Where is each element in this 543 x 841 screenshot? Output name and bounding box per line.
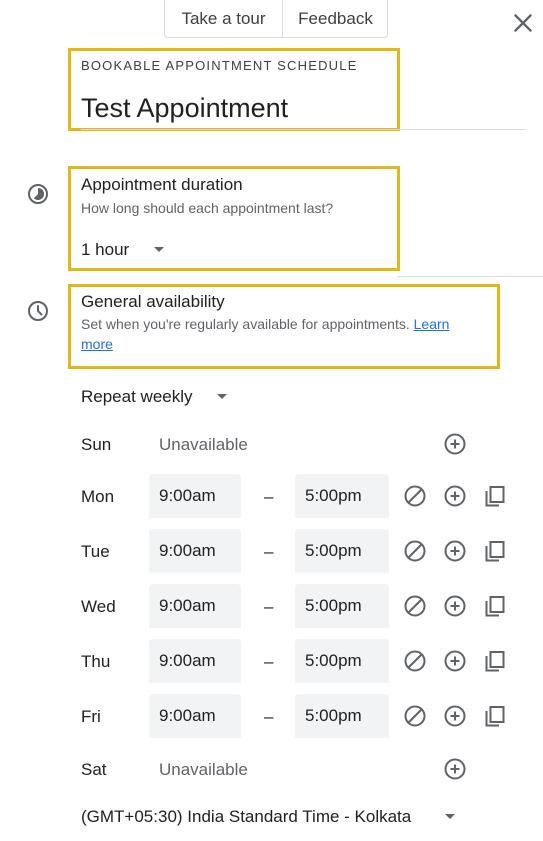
timezone-value: (GMT+05:30) India Standard Time - Kolkat… bbox=[81, 807, 412, 826]
add-circle-icon[interactable] bbox=[443, 484, 467, 508]
timezone-select[interactable]: (GMT+05:30) India Standard Time - Kolkat… bbox=[81, 807, 461, 829]
duration-title: Appointment duration bbox=[81, 175, 243, 194]
unavailable-icon[interactable] bbox=[403, 484, 427, 508]
duration-value: 1 hour bbox=[81, 240, 130, 259]
time-range-dash: – bbox=[264, 652, 274, 671]
close-icon[interactable] bbox=[510, 10, 536, 36]
duration-select[interactable]: 1 hour bbox=[81, 240, 171, 262]
day-label: Fri bbox=[81, 707, 101, 726]
end-time-field[interactable]: 5:00pm bbox=[295, 584, 389, 628]
day-label: Tue bbox=[81, 542, 110, 561]
copy-icon[interactable] bbox=[483, 704, 507, 728]
unavailable-icon[interactable] bbox=[403, 594, 427, 618]
day-label: Sat bbox=[81, 760, 107, 779]
end-time-field[interactable]: 5:00pm bbox=[295, 639, 389, 683]
end-time-field[interactable]: 5:00pm bbox=[295, 694, 389, 738]
availability-title: General availability bbox=[81, 292, 225, 311]
section-divider bbox=[398, 276, 543, 277]
add-circle-icon[interactable] bbox=[443, 594, 467, 618]
take-a-tour-button[interactable]: Take a tour bbox=[165, 0, 283, 37]
time-range-dash: – bbox=[264, 707, 274, 726]
chevron-down-icon bbox=[445, 814, 455, 819]
duration-icon bbox=[28, 184, 48, 204]
chevron-down-icon bbox=[217, 394, 227, 399]
add-circle-icon[interactable] bbox=[443, 704, 467, 728]
chevron-down-icon bbox=[154, 247, 164, 252]
start-time-field[interactable]: 9:00am bbox=[149, 529, 241, 573]
schedule-eyebrow: BOOKABLE APPOINTMENT SCHEDULE bbox=[81, 58, 358, 73]
start-time-field[interactable]: 9:00am bbox=[149, 694, 241, 738]
repeat-select[interactable]: Repeat weekly bbox=[81, 387, 231, 409]
start-time-field[interactable]: 9:00am bbox=[149, 474, 241, 518]
add-circle-icon[interactable] bbox=[443, 539, 467, 563]
time-range-dash: – bbox=[264, 487, 274, 506]
unavailable-icon[interactable] bbox=[403, 539, 427, 563]
copy-icon[interactable] bbox=[483, 649, 507, 673]
schedule-title-input[interactable]: Test Appointment bbox=[81, 93, 288, 124]
feedback-button[interactable]: Feedback bbox=[283, 0, 388, 37]
end-time-field[interactable]: 5:00pm bbox=[295, 529, 389, 573]
end-time-field[interactable]: 5:00pm bbox=[295, 474, 389, 518]
day-label: Sun bbox=[81, 435, 112, 454]
unavailable-icon[interactable] bbox=[403, 649, 427, 673]
repeat-value: Repeat weekly bbox=[81, 387, 193, 406]
unavailable-text: Unavailable bbox=[159, 435, 248, 454]
day-label: Thu bbox=[81, 652, 111, 671]
start-time-field[interactable]: 9:00am bbox=[149, 639, 241, 683]
day-label: Wed bbox=[81, 597, 116, 616]
availability-subtitle-text: Set when you're regularly available for … bbox=[81, 316, 410, 332]
add-circle-icon[interactable] bbox=[443, 649, 467, 673]
unavailable-icon[interactable] bbox=[403, 704, 427, 728]
availability-subtitle: Set when you're regularly available for … bbox=[81, 314, 501, 354]
title-underline bbox=[81, 129, 526, 130]
copy-icon[interactable] bbox=[483, 484, 507, 508]
clock-icon bbox=[28, 301, 48, 321]
unavailable-text: Unavailable bbox=[159, 760, 248, 779]
duration-subtitle: How long should each appointment last? bbox=[81, 200, 334, 216]
add-circle-icon[interactable] bbox=[443, 757, 467, 781]
time-range-dash: – bbox=[264, 597, 274, 616]
day-label: Mon bbox=[81, 487, 115, 506]
add-circle-icon[interactable] bbox=[443, 432, 467, 456]
start-time-field[interactable]: 9:00am bbox=[149, 584, 241, 628]
copy-icon[interactable] bbox=[483, 594, 507, 618]
top-button-group: Take a tour Feedback bbox=[164, 0, 388, 38]
time-range-dash: – bbox=[264, 542, 274, 561]
copy-icon[interactable] bbox=[483, 539, 507, 563]
